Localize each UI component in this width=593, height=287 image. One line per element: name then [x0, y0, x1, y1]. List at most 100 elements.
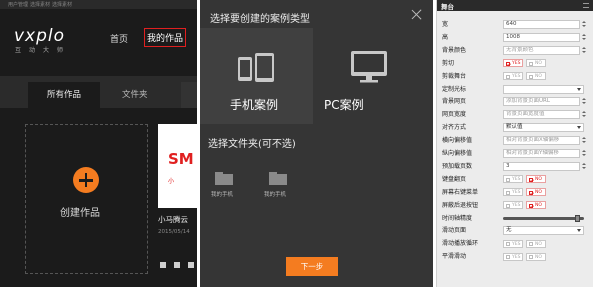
property-label: 背景网页 — [442, 98, 467, 106]
property-label: 预加载页数 — [442, 162, 473, 170]
checkbox-icon — [506, 74, 510, 79]
property-input[interactable]: 3 — [503, 161, 580, 171]
property-input[interactable]: 无背景颜色 — [503, 45, 580, 55]
checkbox-icon — [506, 61, 510, 66]
toggle-yes[interactable]: YES — [503, 201, 523, 210]
toggle-yes-label: YES — [512, 203, 521, 209]
work-date: 2015/05/14 — [158, 229, 190, 235]
folder-label[interactable]: 我的手机 — [264, 190, 286, 198]
toggle-no[interactable]: NO — [526, 175, 546, 184]
stepper-arrows-icon[interactable] — [581, 46, 587, 55]
stepper-arrows-icon[interactable] — [581, 97, 587, 106]
toggle-no-label: NO — [535, 254, 542, 260]
toggle-no[interactable]: NO — [526, 252, 546, 261]
toggle-yes[interactable]: YES — [503, 59, 523, 68]
checkbox-icon — [506, 255, 510, 260]
top-link-assets[interactable]: 选择素材 — [30, 1, 50, 8]
stepper-arrows-icon[interactable] — [581, 149, 587, 158]
toggle-yes[interactable]: YES — [503, 239, 523, 248]
menu-icon[interactable] — [583, 3, 589, 8]
timeline-precision-slider[interactable] — [503, 214, 584, 222]
create-work-label: 创建作品 — [60, 208, 100, 219]
property-label: 滑动页面 — [442, 227, 467, 235]
copy-icon[interactable] — [174, 262, 180, 268]
stepper-arrows-icon[interactable] — [581, 33, 587, 42]
slider-handle[interactable] — [574, 214, 580, 222]
work-title[interactable]: 小马腾云 — [158, 214, 188, 225]
stepper-arrows-icon[interactable] — [581, 162, 587, 171]
checkbox-icon — [529, 255, 533, 260]
property-select[interactable] — [503, 84, 584, 94]
thumbnail-text: SM — [168, 150, 194, 168]
folder-label[interactable]: 我的手机 — [211, 190, 233, 198]
top-link-users[interactable]: 用户管理 — [8, 1, 28, 8]
tab-all-works[interactable]: 所有作品 — [28, 82, 100, 108]
mobile-device-icon — [238, 53, 274, 82]
toggle-no[interactable]: NO — [526, 59, 546, 68]
toggle-no-label: NO — [535, 177, 542, 183]
dashboard-panel: 用户管理 选择素材 选择素材 vxplo 互动大师 首页 我的作品 所有作品 文… — [0, 0, 197, 287]
toggle-yes-label: YES — [512, 61, 521, 67]
property-input[interactable]: 添加背景页面URL — [503, 97, 580, 107]
property-input[interactable]: 背景页面宽度值 — [503, 110, 580, 120]
property-label: 平滑滑动 — [442, 253, 467, 261]
property-input[interactable]: 1008 — [503, 32, 580, 42]
top-bar: 用户管理 选择素材 选择素材 — [0, 0, 197, 9]
edit-icon[interactable] — [160, 262, 166, 268]
property-label: 键盘翻页 — [442, 175, 467, 183]
toggle-no-label: NO — [535, 61, 542, 67]
folder-icon[interactable] — [215, 172, 233, 185]
property-input[interactable]: 相对背景页面Y轴偏移 — [503, 149, 580, 158]
toggle-no[interactable]: NO — [526, 201, 546, 210]
close-icon[interactable] — [411, 9, 422, 20]
select-value: 默认值 — [506, 124, 523, 131]
next-button[interactable]: 下一步 — [286, 257, 338, 276]
create-case-modal: 选择要创建的案例类型 手机案例 PC案例 选择文件夹(可不选) 我的手机 我的手… — [200, 0, 433, 287]
toggle-yes[interactable]: YES — [503, 252, 523, 261]
top-link-assets-2[interactable]: 选择素材 — [52, 1, 72, 8]
property-select[interactable]: 无 — [503, 226, 584, 236]
property-input[interactable]: 640 — [503, 20, 580, 29]
panel-title: 舞台 — [441, 3, 454, 11]
toggle-yes[interactable]: YES — [503, 188, 523, 197]
work-actions — [158, 262, 197, 270]
toggle-yes[interactable]: YES — [503, 175, 523, 184]
toggle-yes-label: YES — [512, 190, 521, 196]
property-input[interactable]: 相对背景页面X轴偏移 — [503, 136, 580, 146]
plus-icon[interactable] — [73, 167, 99, 193]
toggle-yes-label: YES — [512, 241, 521, 247]
thumbnail-subtext: 小 — [168, 178, 175, 185]
stepper-arrows-icon[interactable] — [581, 110, 587, 119]
toggle-no-label: NO — [535, 203, 542, 209]
checkbox-icon — [506, 177, 510, 182]
create-work-card[interactable] — [25, 124, 148, 274]
checkbox-icon — [506, 242, 510, 247]
property-select[interactable]: 默认值 — [503, 123, 584, 133]
folder-icon[interactable] — [269, 172, 287, 185]
more-icon[interactable] — [188, 262, 194, 268]
folder-section-title: 选择文件夹(可不选) — [208, 139, 296, 150]
property-label: 定制光标 — [442, 85, 467, 93]
toggle-no[interactable]: NO — [526, 72, 546, 81]
checkbox-icon — [506, 190, 510, 195]
property-label: 屏幕右键菜单 — [442, 188, 479, 196]
stepper-arrows-icon[interactable] — [581, 20, 587, 29]
toggle-no[interactable]: NO — [526, 239, 546, 248]
toggle-no[interactable]: NO — [526, 188, 546, 197]
screenshot-root: 用户管理 选择素材 选择素材 vxplo 互动大师 首页 我的作品 所有作品 文… — [0, 0, 593, 287]
nav-home[interactable]: 首页 — [110, 32, 128, 45]
property-label: 网页宽度 — [442, 111, 467, 119]
nav-my-works[interactable]: 我的作品 — [144, 28, 187, 47]
logo[interactable]: vxplo — [14, 26, 65, 46]
chevron-down-icon — [577, 229, 581, 233]
tab-overflow[interactable] — [181, 82, 197, 108]
toggle-yes-label: YES — [512, 254, 521, 260]
toggle-yes[interactable]: YES — [503, 72, 523, 81]
checkbox-icon — [529, 61, 533, 66]
checkbox-icon — [529, 242, 533, 247]
tab-folders[interactable]: 文件夹 — [122, 82, 148, 108]
property-label: 对齐方式 — [442, 124, 467, 132]
property-label: 宽 — [442, 21, 449, 28]
stepper-arrows-icon[interactable] — [581, 136, 587, 145]
select-value: 无 — [506, 227, 512, 234]
